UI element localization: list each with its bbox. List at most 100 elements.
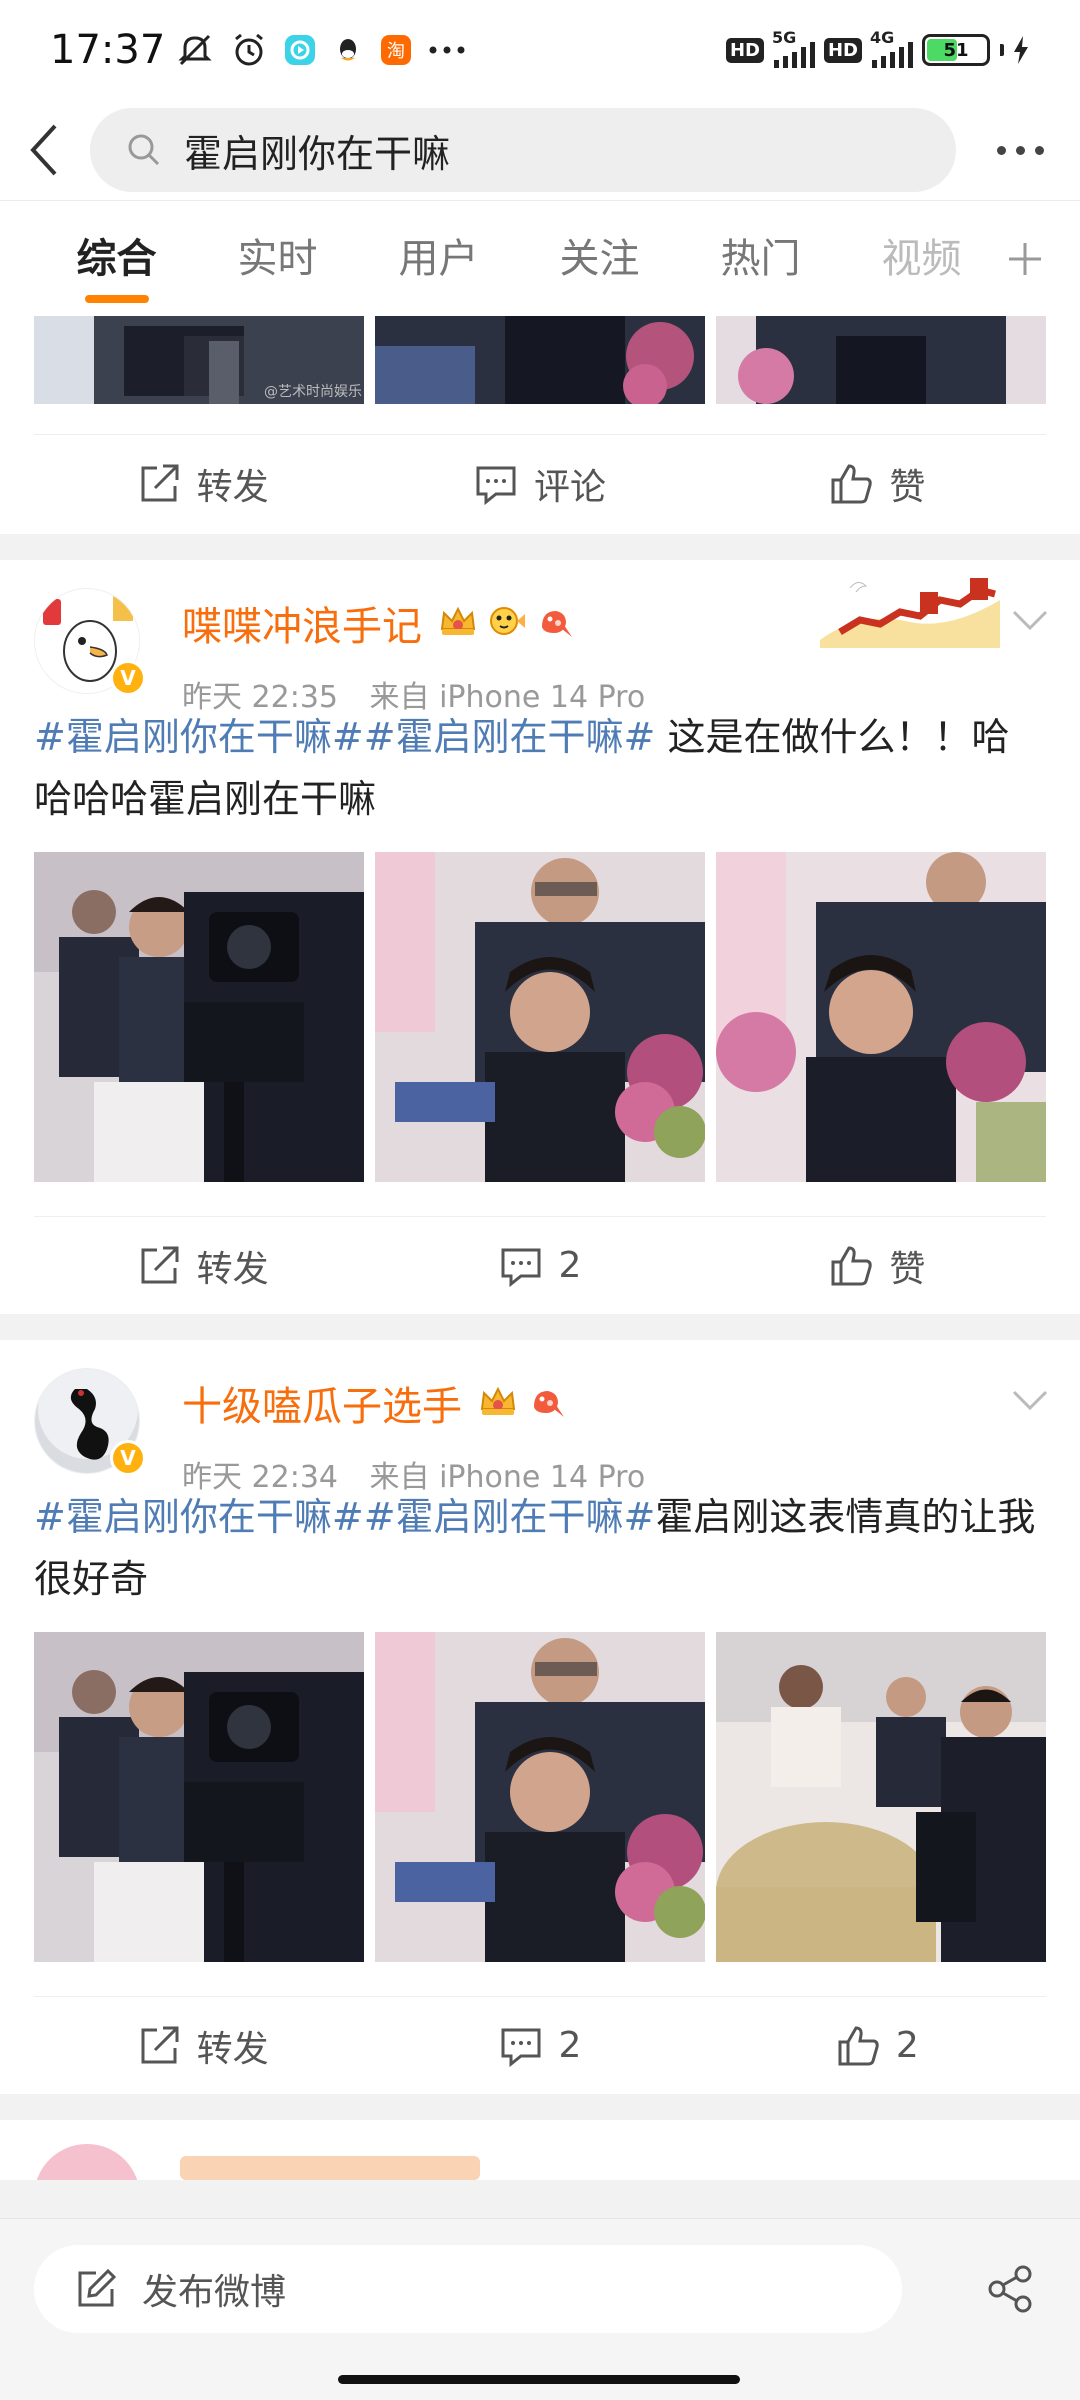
- battery-tip: [1000, 44, 1004, 56]
- hd-badge-2: HD: [823, 37, 862, 63]
- post-card-partial[interactable]: [0, 2120, 1080, 2180]
- avatar[interactable]: V: [34, 588, 146, 698]
- post-photo[interactable]: [716, 316, 1046, 404]
- status-time: 17:37: [50, 27, 166, 73]
- photo-grid: @艺术时尚娱乐: [0, 316, 1080, 404]
- post-card[interactable]: V 喋喋冲浪手记 昨天 22:35 来自 iPhone 14 Pro #霍启刚你…: [0, 560, 1080, 1314]
- post-photo[interactable]: [375, 316, 705, 404]
- more-dot-icon: [996, 145, 1006, 155]
- comment-button[interactable]: 评论: [371, 435, 708, 532]
- battery-percent: 51: [943, 39, 969, 61]
- user-info: 喋喋冲浪手记 昨天 22:35 来自 iPhone 14 Pro: [182, 580, 667, 715]
- battery-indicator: 51: [922, 34, 990, 66]
- tab-following[interactable]: 关注: [519, 201, 680, 316]
- comment-button[interactable]: 2: [371, 1217, 708, 1314]
- post-photo[interactable]: @艺术时尚娱乐: [34, 316, 364, 404]
- share-button[interactable]: [974, 2253, 1046, 2325]
- post-menu-button[interactable]: [1010, 1388, 1050, 1416]
- like-button[interactable]: 赞: [709, 1217, 1046, 1314]
- post-photo[interactable]: [375, 852, 705, 1182]
- post-menu-button[interactable]: [1010, 608, 1050, 636]
- repost-icon: [141, 2026, 179, 2063]
- compose-label: 发布微博: [142, 2272, 287, 2313]
- search-input[interactable]: 霍启刚你在干嘛: [90, 108, 956, 192]
- avatar[interactable]: V: [34, 1368, 146, 1478]
- like-button[interactable]: 赞: [709, 435, 1046, 532]
- more-dot-icon: [1015, 145, 1025, 155]
- feed-separator: [0, 534, 1080, 560]
- back-button[interactable]: [0, 100, 90, 200]
- comment-icon: [501, 1248, 541, 1287]
- post-photo[interactable]: [716, 1632, 1046, 1962]
- post-header: V 十级嗑瓜子选手 昨天 22:34 来自 iPhone 14 Pro: [0, 1340, 1080, 1495]
- comment-label: 评论: [533, 466, 606, 508]
- avatar[interactable]: [34, 2144, 140, 2180]
- tab-users[interactable]: 用户: [358, 201, 519, 316]
- topic-link[interactable]: #霍启刚你在干嘛#: [34, 715, 364, 759]
- user-name[interactable]: 喋喋冲浪手记: [182, 594, 422, 652]
- back-arrow-icon: [30, 124, 57, 176]
- repost-icon: [141, 464, 179, 501]
- post-source: 来自 iPhone 14 Pro: [369, 1460, 646, 1495]
- chevron-down-icon: [1012, 610, 1048, 631]
- repost-button[interactable]: 转发: [34, 1217, 371, 1314]
- repost-button[interactable]: 转发: [34, 1997, 371, 2094]
- post-card-partial: @艺术时尚娱乐 转发 评论 赞: [0, 316, 1080, 534]
- crown-badge-icon: [438, 601, 478, 645]
- topic-link[interactable]: #霍启刚在干嘛#: [364, 715, 656, 759]
- topic-link[interactable]: #霍启刚你在干嘛#: [34, 1495, 364, 1539]
- post-card[interactable]: V 十级嗑瓜子选手 昨天 22:34 来自 iPhone 14 Pro #霍启刚…: [0, 1340, 1080, 2094]
- search-icon: [128, 134, 160, 166]
- more-options-button[interactable]: [960, 100, 1080, 200]
- koi-badge-icon: [534, 601, 574, 645]
- feed-separator: [0, 1314, 1080, 1340]
- repost-icon: [141, 1246, 179, 1283]
- user-name-row: 喋喋冲浪手记: [182, 594, 667, 652]
- tab-realtime[interactable]: 实时: [197, 201, 358, 316]
- post-text: #霍启刚你在干嘛##霍启刚在干嘛# 这是在做什么！！哈哈哈哈霍启刚在干嘛: [0, 700, 1080, 852]
- video-app-icon: [283, 33, 317, 67]
- koi-badge-icon: [526, 1381, 566, 1425]
- tab-hot[interactable]: 热门: [680, 201, 841, 316]
- edit-icon: [78, 2268, 117, 2307]
- user-name-row: 十级嗑瓜子选手: [182, 1374, 667, 1432]
- hd-badge: HD: [725, 37, 764, 63]
- comment-button[interactable]: 2: [371, 1997, 708, 2094]
- bottom-bar: 发布微博: [0, 2218, 1080, 2400]
- repost-button[interactable]: 转发: [34, 435, 371, 532]
- photo-grid: [0, 1632, 1080, 1996]
- post-meta: 昨天 22:35 来自 iPhone 14 Pro: [182, 672, 667, 716]
- photo-grid: [0, 852, 1080, 1216]
- search-results-feed: @艺术时尚娱乐 转发 评论 赞 V 喋喋冲浪手记 昨天 22:35 来自 iPh…: [0, 316, 1080, 2180]
- add-tab-button[interactable]: [970, 201, 1080, 316]
- home-indicator[interactable]: [338, 2375, 740, 2384]
- tab-comprehensive[interactable]: 综合: [36, 201, 197, 316]
- signal-4g-icon: 4G: [870, 28, 914, 70]
- post-text: #霍启刚你在干嘛##霍启刚在干嘛#霍启刚这表情真的让我很好奇: [0, 1480, 1080, 1632]
- post-photo[interactable]: [34, 1632, 364, 1962]
- like-label: 赞: [889, 1248, 926, 1290]
- photo-watermark: @艺术时尚娱乐: [264, 384, 362, 400]
- post-action-bar: 转发 评论 赞: [34, 434, 1046, 532]
- user-name[interactable]: 十级嗑瓜子选手: [182, 1374, 462, 1432]
- post-photo[interactable]: [34, 852, 364, 1182]
- repost-label: 转发: [196, 2028, 269, 2070]
- post-photo[interactable]: [716, 852, 1046, 1182]
- repost-label: 转发: [196, 466, 269, 508]
- chevron-down-icon: [1012, 1390, 1048, 1411]
- plus-icon: [1009, 243, 1041, 275]
- puffer-fish-badge-icon: [486, 601, 526, 645]
- topic-link[interactable]: #霍启刚在干嘛#: [364, 1495, 656, 1539]
- post-action-bar: 转发 2 赞: [34, 1216, 1046, 1314]
- signal-5g-icon: 5G: [772, 28, 816, 70]
- compose-button[interactable]: 发布微博: [34, 2245, 902, 2333]
- like-button[interactable]: 2: [709, 1997, 1046, 2094]
- comment-icon: [501, 2028, 541, 2067]
- thumbs-up-icon: [838, 2025, 879, 2065]
- post-header: V 喋喋冲浪手记 昨天 22:35 来自 iPhone 14 Pro: [0, 560, 1080, 715]
- comment-count: 2: [558, 2025, 582, 2066]
- like-count: 2: [895, 2025, 919, 2066]
- alarm-icon: [229, 30, 269, 70]
- share-icon: [988, 2265, 1032, 2313]
- post-photo[interactable]: [375, 1632, 705, 1962]
